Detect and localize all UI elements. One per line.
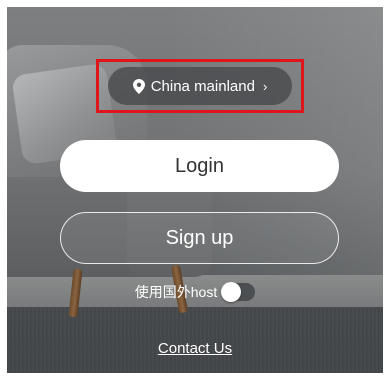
- contact-us-link[interactable]: Contact Us: [7, 340, 383, 357]
- signup-button[interactable]: Sign up: [60, 212, 339, 264]
- foreign-host-row: 使用国外host: [7, 280, 383, 304]
- region-label: China mainland: [150, 77, 255, 95]
- login-screen: China mainland › Login Sign up 使用国外host …: [7, 7, 383, 373]
- foreign-host-toggle[interactable]: [221, 282, 256, 302]
- toggle-knob: [221, 282, 242, 302]
- location-pin-icon: [132, 78, 145, 94]
- chevron-right-icon: ›: [262, 78, 268, 94]
- foreign-host-label: 使用国外host: [134, 284, 218, 300]
- region-selector-button[interactable]: China mainland ›: [108, 67, 292, 105]
- login-button[interactable]: Login: [60, 140, 339, 192]
